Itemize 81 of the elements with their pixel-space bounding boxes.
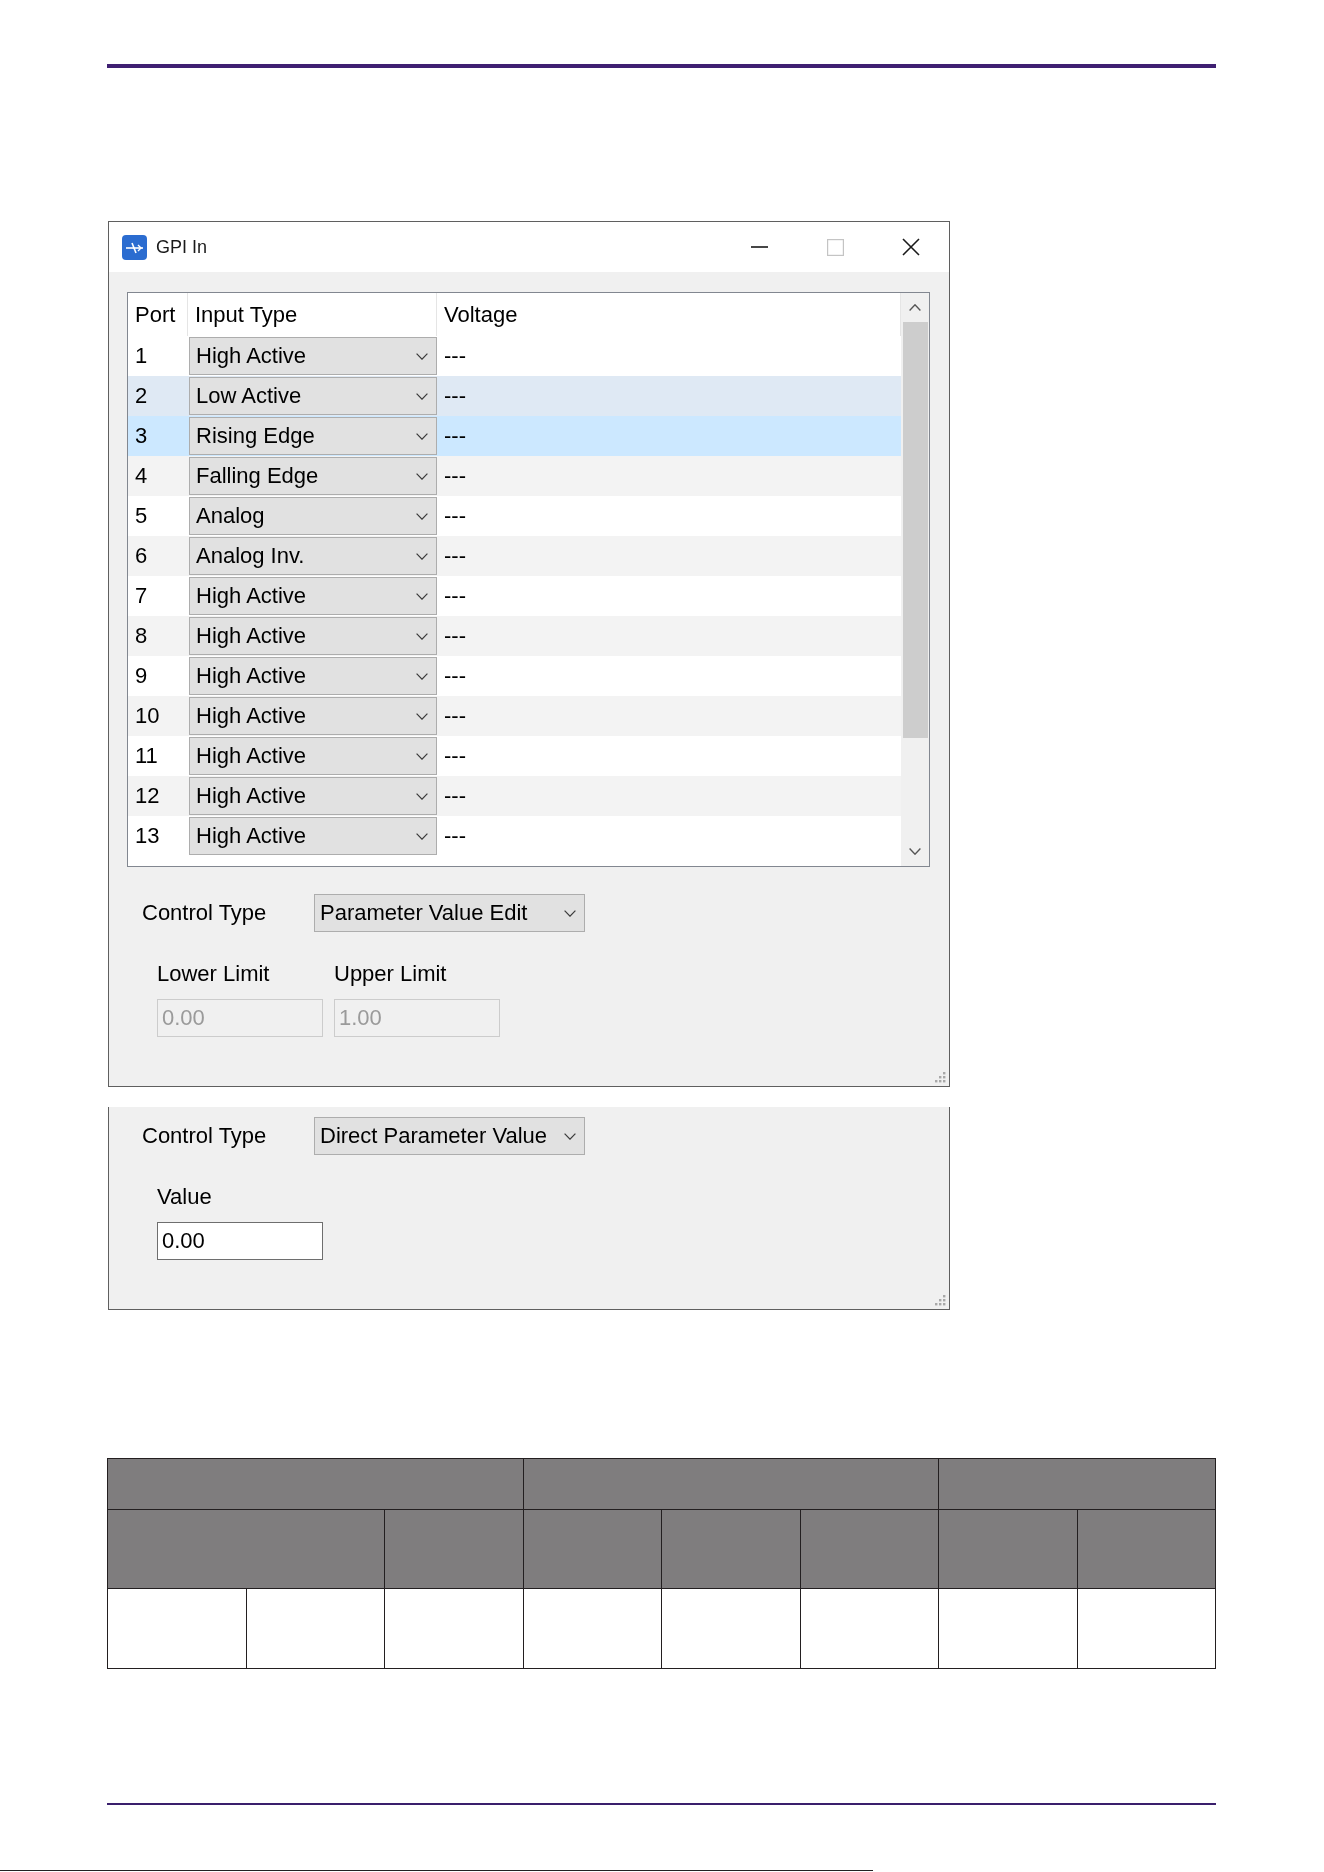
input-type-dropdown[interactable]: High Active: [189, 337, 437, 375]
app-icon: [122, 234, 147, 260]
control-type-label: Control Type: [142, 1123, 268, 1149]
port-cell-text: 12: [134, 782, 161, 810]
chevron-down-icon[interactable]: [416, 672, 428, 680]
resize-grip-icon[interactable]: [934, 1071, 946, 1083]
chevron-down-icon[interactable]: [416, 752, 428, 760]
field-label: Value: [157, 1184, 213, 1210]
chevron-down-icon[interactable]: [564, 1132, 576, 1140]
field-label: Upper Limit: [334, 961, 448, 987]
input-type-dropdown[interactable]: Falling Edge: [189, 457, 437, 495]
table-row[interactable]: 3 Rising Edge ---: [128, 416, 901, 456]
window-title: GPI In: [156, 236, 209, 258]
number-field: 0.00: [157, 999, 323, 1037]
chevron-down-icon[interactable]: [416, 512, 428, 520]
table-row[interactable]: 8 High Active ---: [128, 616, 901, 656]
voltage-cell-text: ---: [443, 422, 467, 450]
chevron-down-icon[interactable]: [416, 712, 428, 720]
control-type-label: Control Type: [142, 900, 268, 926]
port-cell-text: 9: [134, 662, 149, 690]
voltage-cell-text: ---: [443, 782, 467, 810]
input-type-dropdown[interactable]: High Active: [189, 577, 437, 615]
resize-grip-icon[interactable]: [934, 1294, 946, 1306]
port-cell-text: 5: [134, 502, 149, 530]
port-cell-text: 11: [134, 742, 159, 770]
table-row[interactable]: 12 High Active ---: [128, 776, 901, 816]
input-type-dropdown[interactable]: Analog Inv.: [189, 537, 437, 575]
chevron-down-icon[interactable]: [416, 792, 428, 800]
number-field: 1.00: [334, 999, 500, 1037]
input-type-dropdown[interactable]: High Active: [189, 737, 437, 775]
chevron-down-icon[interactable]: [416, 432, 428, 440]
input-type-dropdown[interactable]: High Active: [189, 617, 437, 655]
voltage-cell-text: ---: [443, 502, 467, 530]
input-type-dropdown[interactable]: High Active: [189, 817, 437, 855]
chevron-down-icon[interactable]: [416, 552, 428, 560]
port-cell-text: 8: [134, 622, 149, 650]
voltage-cell-text: ---: [443, 822, 467, 850]
voltage-cell-text: ---: [443, 702, 467, 730]
table-row[interactable]: 2 Low Active ---: [128, 376, 901, 416]
port-cell-text: 3: [134, 422, 149, 450]
voltage-cell-text: ---: [443, 662, 467, 690]
control-type-dropdown[interactable]: Direct Parameter Value: [314, 1117, 585, 1155]
chevron-down-icon[interactable]: [416, 392, 428, 400]
port-cell-text: 7: [134, 582, 149, 610]
scrollbar[interactable]: [901, 293, 929, 866]
chevron-down-icon[interactable]: [416, 832, 428, 840]
voltage-cell-text: ---: [443, 622, 467, 650]
input-type-dropdown[interactable]: Low Active: [189, 377, 437, 415]
chevron-down-icon[interactable]: [564, 909, 576, 917]
voltage-cell-text: ---: [443, 542, 467, 570]
table-row[interactable]: 4 Falling Edge ---: [128, 456, 901, 496]
chevron-up-icon[interactable]: [909, 304, 921, 311]
number-field[interactable]: 0.00: [157, 1222, 323, 1260]
port-cell-text: 4: [134, 462, 149, 490]
port-cell-text: 6: [134, 542, 149, 570]
voltage-cell-text: ---: [443, 742, 467, 770]
voltage-cell-text: ---: [443, 342, 467, 370]
minimize-icon[interactable]: [750, 246, 768, 248]
port-cell-text: 13: [134, 822, 161, 850]
input-type-dropdown[interactable]: High Active: [189, 777, 437, 815]
port-cell-text: 10: [134, 702, 161, 730]
input-type-dropdown[interactable]: Rising Edge: [189, 417, 437, 455]
chevron-down-icon[interactable]: [909, 848, 921, 855]
voltage-cell-text: ---: [443, 582, 467, 610]
voltage-cell-text: ---: [443, 462, 467, 490]
port-cell-text: 1: [134, 342, 149, 370]
control-type-dropdown[interactable]: Parameter Value Edit: [314, 894, 585, 932]
table-row[interactable]: 10 High Active ---: [128, 696, 901, 736]
chevron-down-icon[interactable]: [416, 632, 428, 640]
scrollbar-thumb[interactable]: [902, 322, 928, 738]
close-icon[interactable]: [902, 238, 920, 256]
chevron-down-icon[interactable]: [416, 592, 428, 600]
chevron-down-icon[interactable]: [416, 472, 428, 480]
input-type-dropdown[interactable]: High Active: [189, 697, 437, 735]
field-label: Lower Limit: [157, 961, 271, 987]
port-cell-text: 2: [134, 382, 149, 410]
voltage-cell-text: ---: [443, 382, 467, 410]
chevron-down-icon[interactable]: [416, 352, 428, 360]
input-type-dropdown[interactable]: Analog: [189, 497, 437, 535]
table-row[interactable]: 6 Analog Inv. ---: [128, 536, 901, 576]
input-type-dropdown[interactable]: High Active: [189, 657, 437, 695]
